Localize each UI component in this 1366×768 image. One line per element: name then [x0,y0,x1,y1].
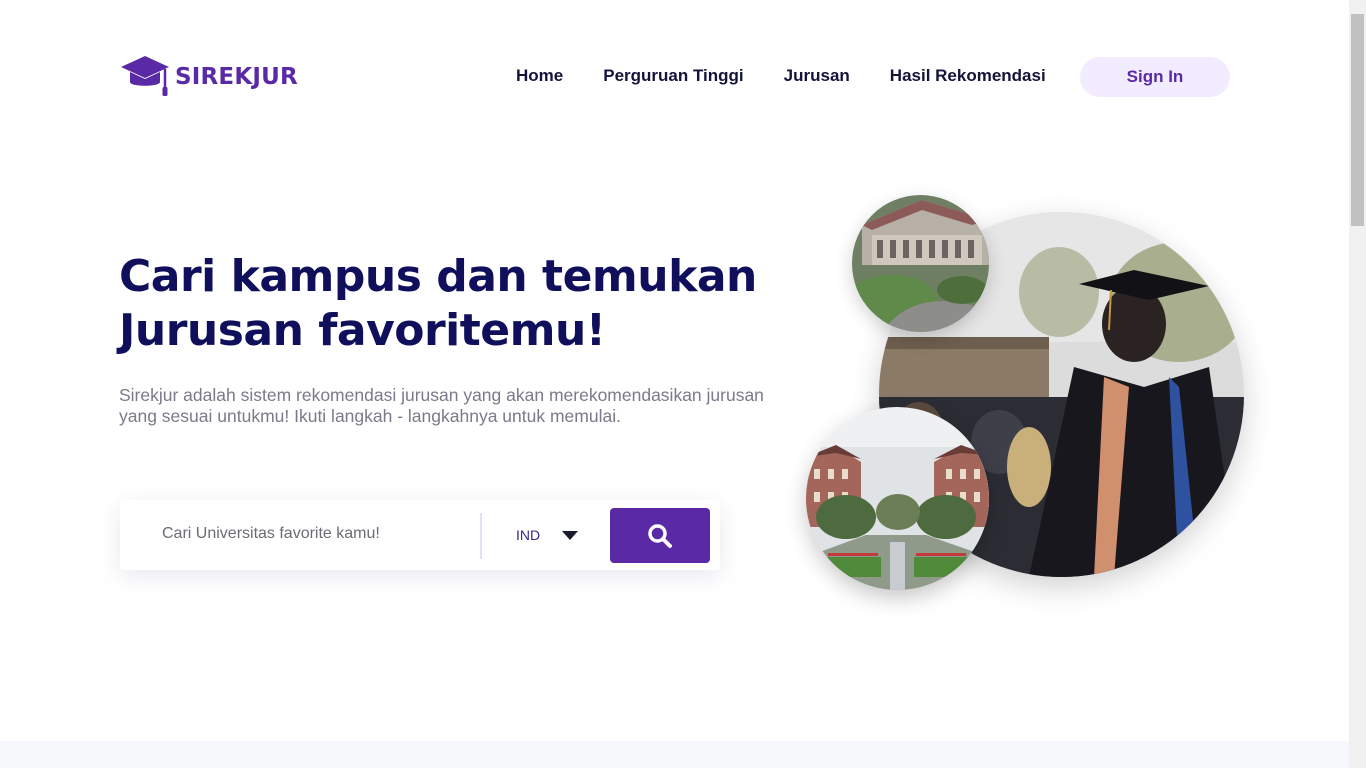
graduation-cap-icon [121,56,169,96]
hero-subtitle: Sirekjur adalah sistem rekomendasi jurus… [119,385,764,426]
nav-perguruan-tinggi[interactable]: Perguruan Tinggi [603,66,743,86]
language-value: IND [516,527,541,543]
search-input[interactable] [162,525,472,543]
caret-down-icon [562,530,579,540]
main-nav: Home Perguruan Tinggi Jurusan Hasil Reko… [516,66,1086,86]
campus-building-photo [852,195,989,332]
search-divider [480,513,482,559]
brand-logo[interactable]: SIREKJUR [119,54,298,100]
next-section-band [0,741,1349,768]
nav-hasil-rekomendasi[interactable]: Hasil Rekomendasi [890,66,1046,86]
campus-courtyard-photo [806,407,989,590]
scrollbar-thumb[interactable] [1351,14,1364,226]
hero-title: Cari kampus dan temukan Jurusan favorite… [119,251,757,356]
search-icon [648,523,672,548]
nav-home[interactable]: Home [516,66,563,86]
brand-name: SIREKJUR [175,64,298,90]
language-select[interactable]: IND [516,527,579,543]
landing-page: SIREKJUR Home Perguruan Tinggi Jurusan H… [0,0,1349,768]
search-bar: IND [120,500,720,570]
vertical-scrollbar[interactable] [1349,0,1366,768]
nav-jurusan[interactable]: Jurusan [784,66,850,86]
search-button[interactable] [610,508,710,563]
sign-in-button[interactable]: Sign In [1080,57,1230,97]
